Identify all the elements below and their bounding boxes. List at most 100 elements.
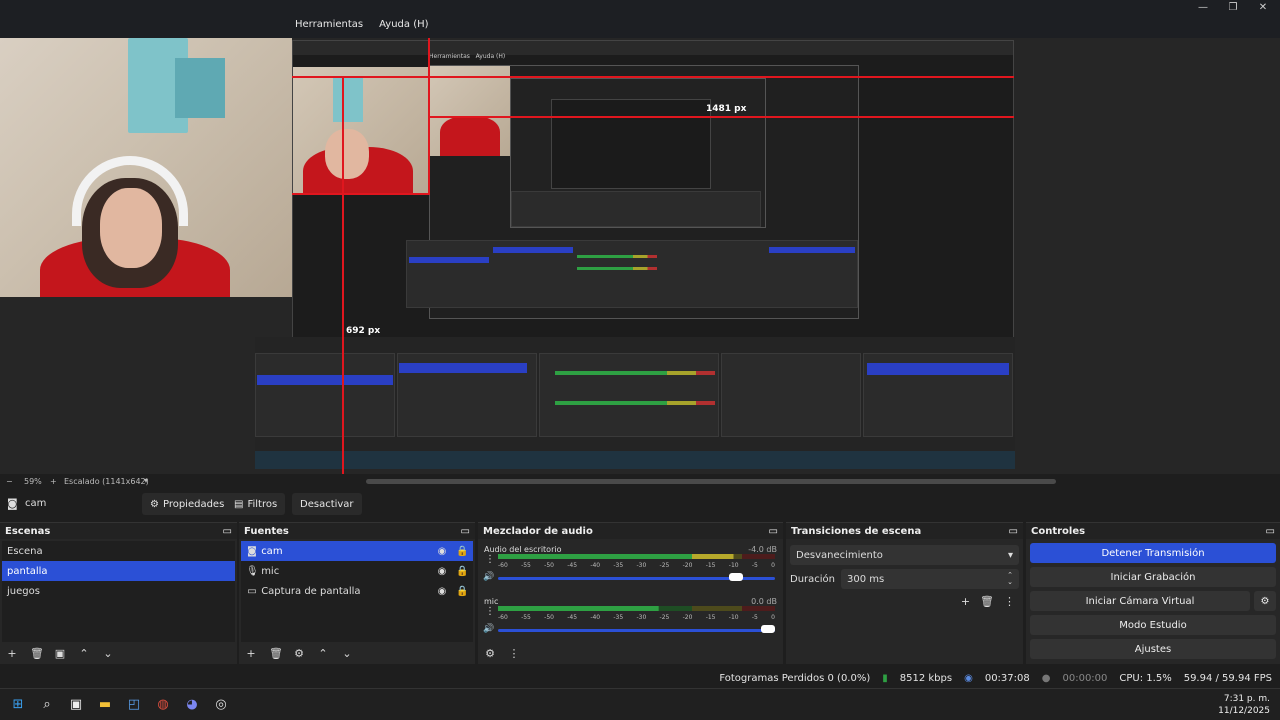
- dock-menu-icon[interactable]: ▭: [461, 526, 470, 537]
- dock-menu-icon[interactable]: ▭: [1266, 526, 1275, 537]
- search-icon[interactable]: ⌕: [36, 694, 58, 716]
- meter-tick: -60: [498, 614, 508, 621]
- title-bar: [0, 0, 1280, 38]
- duration-input[interactable]: 300 ms ⌃ ⌄: [841, 569, 1019, 589]
- trash-icon[interactable]: 🗑: [30, 647, 44, 660]
- zoom-in-button[interactable]: +: [50, 477, 57, 486]
- kebab-menu-icon[interactable]: ⋮: [485, 606, 495, 617]
- source-label: cam: [261, 545, 283, 557]
- move-down-icon[interactable]: ⌄: [341, 647, 353, 660]
- monitor-icon: ▭: [247, 585, 257, 597]
- meter-tick: -50: [544, 562, 554, 569]
- deactivate-button[interactable]: Desactivar: [292, 493, 362, 515]
- menu-tools[interactable]: Herramientas: [292, 19, 366, 30]
- move-up-icon[interactable]: ⌃: [317, 647, 329, 660]
- kebab-menu-icon[interactable]: ⋮: [1004, 595, 1015, 608]
- close-button[interactable]: ✕: [1248, 2, 1278, 16]
- scenes-dock-header: Escenas ▭: [0, 523, 237, 539]
- dock-menu-icon[interactable]: ▭: [1009, 526, 1018, 537]
- properties-button[interactable]: ⚙ Propiedades: [142, 493, 233, 515]
- duration-label: Duración: [790, 573, 836, 585]
- cpu-usage: CPU: 1.5%: [1119, 672, 1172, 684]
- transition-select[interactable]: Desvanecimiento ▾: [790, 545, 1019, 565]
- gear-icon[interactable]: ⚙: [1254, 591, 1276, 611]
- source-item[interactable]: ◙ cam ◉ 🔒: [241, 541, 473, 561]
- start-recording-button[interactable]: Iniciar Grabación: [1030, 567, 1276, 587]
- chrome-icon[interactable]: ◍: [152, 694, 174, 716]
- record-time: 00:00:00: [1062, 672, 1108, 684]
- stop-streaming-button[interactable]: Detener Transmisión: [1030, 543, 1276, 563]
- trash-icon[interactable]: 🗑: [269, 647, 283, 660]
- studio-mode-button[interactable]: Modo Estudio: [1030, 615, 1276, 635]
- mixer-title: Mezclador de audio: [483, 525, 593, 537]
- filters-label: Filtros: [247, 498, 278, 510]
- start-virtual-camera-button[interactable]: Iniciar Cámara Virtual: [1030, 591, 1250, 611]
- chevron-down-icon: ▾: [1007, 549, 1013, 561]
- windows-start-icon[interactable]: ⊞: [7, 694, 29, 716]
- scale-mode-select[interactable]: Escalado (1141x642): [64, 477, 149, 486]
- meter-tick: -35: [613, 614, 624, 621]
- volume-slider[interactable]: 🔊: [480, 572, 781, 584]
- mixer-toolbar: ⚙ ⋮: [478, 642, 783, 664]
- eye-icon[interactable]: ◉: [436, 546, 448, 557]
- discord-icon[interactable]: ◕: [181, 694, 203, 716]
- preview-canvas[interactable]: Herramientas Ayuda (H) 1481 px 692 px: [0, 38, 1280, 474]
- headset: [72, 156, 188, 226]
- meter-tick: -30: [636, 562, 647, 569]
- filters-button[interactable]: ▤ Filtros: [226, 493, 286, 515]
- move-down-icon[interactable]: ⌄: [102, 647, 114, 660]
- webcam-feed: [0, 38, 292, 297]
- screen-capture-source[interactable]: Herramientas Ayuda (H): [255, 40, 1015, 469]
- dock-menu-icon[interactable]: ▭: [223, 526, 232, 537]
- scene-item[interactable]: Escena: [2, 541, 235, 561]
- gear-icon[interactable]: ⚙: [293, 647, 305, 660]
- add-icon[interactable]: +: [961, 595, 970, 608]
- eye-icon[interactable]: ◉: [436, 586, 448, 597]
- maximize-button[interactable]: ❐: [1218, 2, 1248, 16]
- scene-item[interactable]: pantalla: [2, 561, 235, 581]
- meter-tick: -15: [705, 562, 716, 569]
- add-icon[interactable]: +: [245, 647, 257, 660]
- lock-icon[interactable]: 🔒: [456, 566, 468, 577]
- chevron-down-icon[interactable]: ▾: [144, 476, 148, 485]
- obs-icon[interactable]: ◎: [210, 694, 232, 716]
- kebab-menu-icon[interactable]: ⋮: [485, 554, 495, 565]
- lock-icon[interactable]: 🔒: [456, 586, 468, 597]
- trash-icon[interactable]: 🗑: [980, 595, 994, 608]
- move-up-icon[interactable]: ⌃: [78, 647, 90, 660]
- menu-help[interactable]: Ayuda (H): [376, 19, 431, 30]
- scene-item[interactable]: juegos: [2, 581, 235, 601]
- meter-tick: -10: [728, 614, 739, 621]
- channel-name: mic: [484, 597, 499, 606]
- lock-icon[interactable]: 🔒: [456, 546, 468, 557]
- task-view-icon[interactable]: ▣: [65, 694, 87, 716]
- spinner-icon[interactable]: ⌃ ⌄: [1007, 572, 1013, 586]
- add-icon[interactable]: +: [6, 647, 18, 660]
- filter-icon[interactable]: ▣: [54, 647, 66, 660]
- gear-icon: ⚙: [150, 498, 159, 510]
- preview-scrollbar[interactable]: [366, 479, 1056, 484]
- meter-tick: -35: [613, 562, 624, 569]
- source-item[interactable]: 🎙 mic ◉ 🔒: [241, 561, 473, 581]
- dock-menu-icon[interactable]: ▭: [769, 526, 778, 537]
- speaker-icon[interactable]: 🔊: [483, 572, 494, 582]
- kebab-menu-icon[interactable]: ⋮: [508, 647, 520, 660]
- volume-knob[interactable]: [729, 573, 744, 581]
- clock[interactable]: 7:31 p. m. 11/12/2025: [1218, 693, 1270, 717]
- guide-top: [292, 76, 1014, 78]
- volume-knob[interactable]: [761, 625, 775, 633]
- advanced-audio-icon[interactable]: ⚙: [484, 647, 496, 660]
- volume-slider[interactable]: 🔊: [480, 624, 781, 636]
- meter-tick: -60: [498, 562, 508, 569]
- store-icon[interactable]: ◰: [123, 694, 145, 716]
- file-explorer-icon[interactable]: ▬: [94, 694, 116, 716]
- minimize-button[interactable]: —: [1188, 2, 1218, 16]
- source-label: mic: [261, 565, 280, 577]
- eye-icon[interactable]: ◉: [436, 566, 448, 577]
- settings-button[interactable]: Ajustes: [1030, 639, 1276, 659]
- source-item[interactable]: ▭ Captura de pantalla ◉ 🔒: [241, 581, 473, 601]
- fps: 59.94 / 59.94 FPS: [1183, 672, 1272, 684]
- stream-icon: ◉: [964, 672, 973, 684]
- speaker-icon[interactable]: 🔊: [483, 624, 494, 634]
- zoom-out-button[interactable]: −: [6, 477, 13, 486]
